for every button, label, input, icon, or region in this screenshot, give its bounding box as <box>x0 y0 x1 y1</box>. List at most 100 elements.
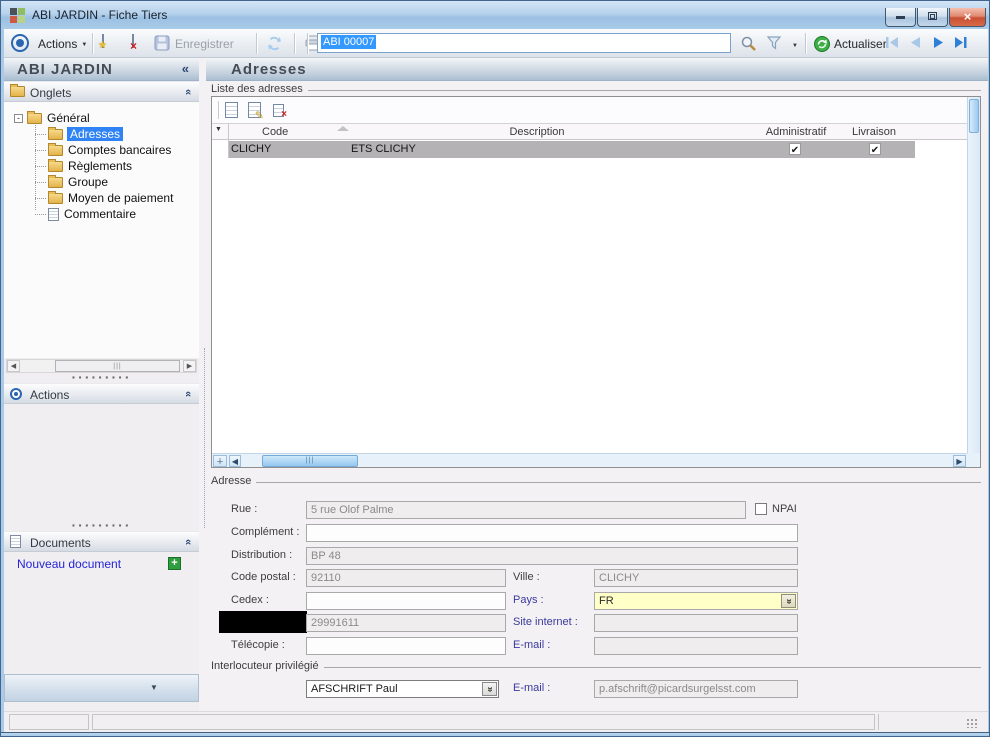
pays-combobox[interactable]: FR « <box>594 592 798 610</box>
add-document-button[interactable]: + <box>168 557 181 570</box>
contact-combobox[interactable]: AFSCHRIFT Paul « <box>306 680 499 698</box>
npai-checkbox[interactable] <box>755 503 767 515</box>
contact-email-field[interactable]: p.afschrift@picardsurgelsst.com <box>594 680 798 698</box>
actions-section-header[interactable]: Actions « <box>4 383 199 404</box>
tree-node-moyen-de-paiement[interactable]: Moyen de paiement <box>35 190 173 206</box>
collapse-chevron-icon[interactable]: « <box>182 391 194 397</box>
record-search-input[interactable]: ABI 00007 <box>317 33 731 53</box>
tree-node-label: Règlements <box>68 159 133 173</box>
tree-node-reglements[interactable]: Règlements <box>35 158 133 174</box>
grid-edit-address-button[interactable]: ✎ <box>248 102 264 122</box>
save-button[interactable] <box>154 35 170 51</box>
pays-dropdown-button[interactable]: « <box>781 594 796 608</box>
sidebar-splitter[interactable] <box>4 521 199 531</box>
grid-delete-address-button[interactable]: × <box>273 104 287 120</box>
scroll-left-button[interactable]: ◀ <box>7 360 20 372</box>
collapsed-panel-bar[interactable] <box>4 674 199 702</box>
actions-menu-button[interactable]: Actions <box>38 37 87 51</box>
grid-toolbar-grip <box>218 101 219 119</box>
filter-dropdown-button[interactable] <box>788 38 798 52</box>
telecopie-field[interactable] <box>306 637 506 655</box>
distribution-field[interactable]: BP 48 <box>306 547 798 565</box>
column-header-code[interactable]: Code <box>262 126 288 138</box>
tabs-tree: - Général Adresses Comptes bancaires Règ… <box>4 102 199 358</box>
complement-label: Complément : <box>231 526 300 538</box>
scroll-right-button[interactable]: ▶ <box>183 360 196 372</box>
new-record-button[interactable]: ★ <box>98 34 107 51</box>
search-button[interactable] <box>740 35 757 52</box>
address-row[interactable]: CLICHY ETS CLICHY <box>229 141 915 158</box>
cedex-field[interactable] <box>306 592 506 610</box>
code-postal-field[interactable]: 92110 <box>306 569 506 587</box>
grid-add-button[interactable]: ＋ <box>213 455 227 467</box>
rue-label: Rue : <box>231 503 258 515</box>
email-label: E-mail : <box>513 639 551 651</box>
grid-vertical-scrollbar[interactable] <box>967 97 980 453</box>
close-button[interactable]: × <box>949 8 986 27</box>
email-field[interactable] <box>594 637 798 655</box>
last-record-button[interactable] <box>952 35 970 50</box>
collapse-chevron-icon[interactable]: « <box>182 539 194 545</box>
main-toolbar: Actions ★ × Enregistrer <box>4 29 988 58</box>
tree-node-commentaire[interactable]: Commentaire <box>35 206 136 222</box>
resize-grip[interactable] <box>966 718 978 728</box>
filter-button[interactable] <box>766 35 782 51</box>
rue-field[interactable]: 5 rue Olof Palme <box>306 501 746 519</box>
sidebar-splitter[interactable] <box>4 373 199 383</box>
minimize-button[interactable] <box>885 8 916 27</box>
status-panel <box>9 714 89 730</box>
toolbar-separator <box>256 33 257 54</box>
contact-group-label-text: Interlocuteur privilégié <box>211 660 319 672</box>
collapse-chevron-icon[interactable]: « <box>182 89 194 95</box>
scrollbar-corner <box>967 453 980 467</box>
reload-button[interactable] <box>266 35 283 52</box>
next-record-button[interactable] <box>930 35 948 50</box>
contact-dropdown-button[interactable]: « <box>482 682 497 696</box>
first-record-button[interactable] <box>884 35 902 50</box>
tree-node-adresses[interactable]: Adresses <box>35 126 124 142</box>
column-header-description[interactable]: Description <box>497 126 577 138</box>
scroll-left-button[interactable]: ◀ <box>229 455 241 467</box>
new-document-link[interactable]: Nouveau document <box>17 557 121 571</box>
grid-new-address-button[interactable] <box>225 102 238 118</box>
folder-icon <box>48 142 63 156</box>
telephone-field[interactable]: 29991611 <box>306 614 506 632</box>
status-separator <box>878 714 879 730</box>
tree-node-comptes-bancaires[interactable]: Comptes bancaires <box>35 142 172 158</box>
cell-livraison-checkbox[interactable] <box>869 143 881 155</box>
filter-funnel-icon <box>766 36 782 50</box>
tree-expander-icon[interactable]: - <box>14 113 23 123</box>
delete-record-button[interactable]: × <box>130 34 137 52</box>
last-record-icon <box>955 37 967 48</box>
column-header-livraison[interactable]: Livraison <box>844 126 904 138</box>
form-row-complement: Complément : <box>206 524 988 544</box>
scrollbar-thumb[interactable] <box>969 99 979 133</box>
folder-icon <box>48 190 63 204</box>
scrollbar-thumb[interactable]: ||| <box>262 455 358 467</box>
scroll-right-button[interactable]: ▶ <box>953 455 966 467</box>
form-row-code-postal: Code postal : 92110 Ville : CLICHY <box>206 569 988 589</box>
tree-node-label: Comptes bancaires <box>68 143 172 157</box>
folder-icon <box>27 110 42 124</box>
previous-record-button[interactable] <box>907 35 925 50</box>
list-group-label: Liste des adresses <box>211 83 981 95</box>
tree-node-general[interactable]: - Général <box>14 110 90 126</box>
site-internet-field[interactable] <box>594 614 798 632</box>
actualiser-button[interactable] <box>813 35 831 53</box>
grid-horizontal-scrollbar[interactable]: ＋ ◀ ||| ▶ <box>212 453 967 467</box>
complement-field[interactable] <box>306 524 798 542</box>
cell-administratif-checkbox[interactable] <box>789 143 801 155</box>
column-header-administratif[interactable]: Administratif <box>760 126 832 138</box>
row-selector-icon[interactable]: ▼ <box>215 126 222 133</box>
cell-code: CLICHY <box>231 143 272 155</box>
documents-section-header[interactable]: Documents « <box>4 531 199 552</box>
npai-label: NPAI <box>772 503 797 515</box>
maximize-button[interactable] <box>917 8 948 27</box>
sidebar-collapse-icon[interactable]: « <box>182 61 189 76</box>
onglets-section-header[interactable]: Onglets « <box>4 81 199 102</box>
ville-field[interactable]: CLICHY <box>594 569 798 587</box>
rue-value: 5 rue Olof Palme <box>311 504 394 516</box>
site-internet-label: Site internet : <box>513 616 578 628</box>
tree-node-groupe[interactable]: Groupe <box>35 174 108 190</box>
page-header: Adresses <box>206 58 988 81</box>
